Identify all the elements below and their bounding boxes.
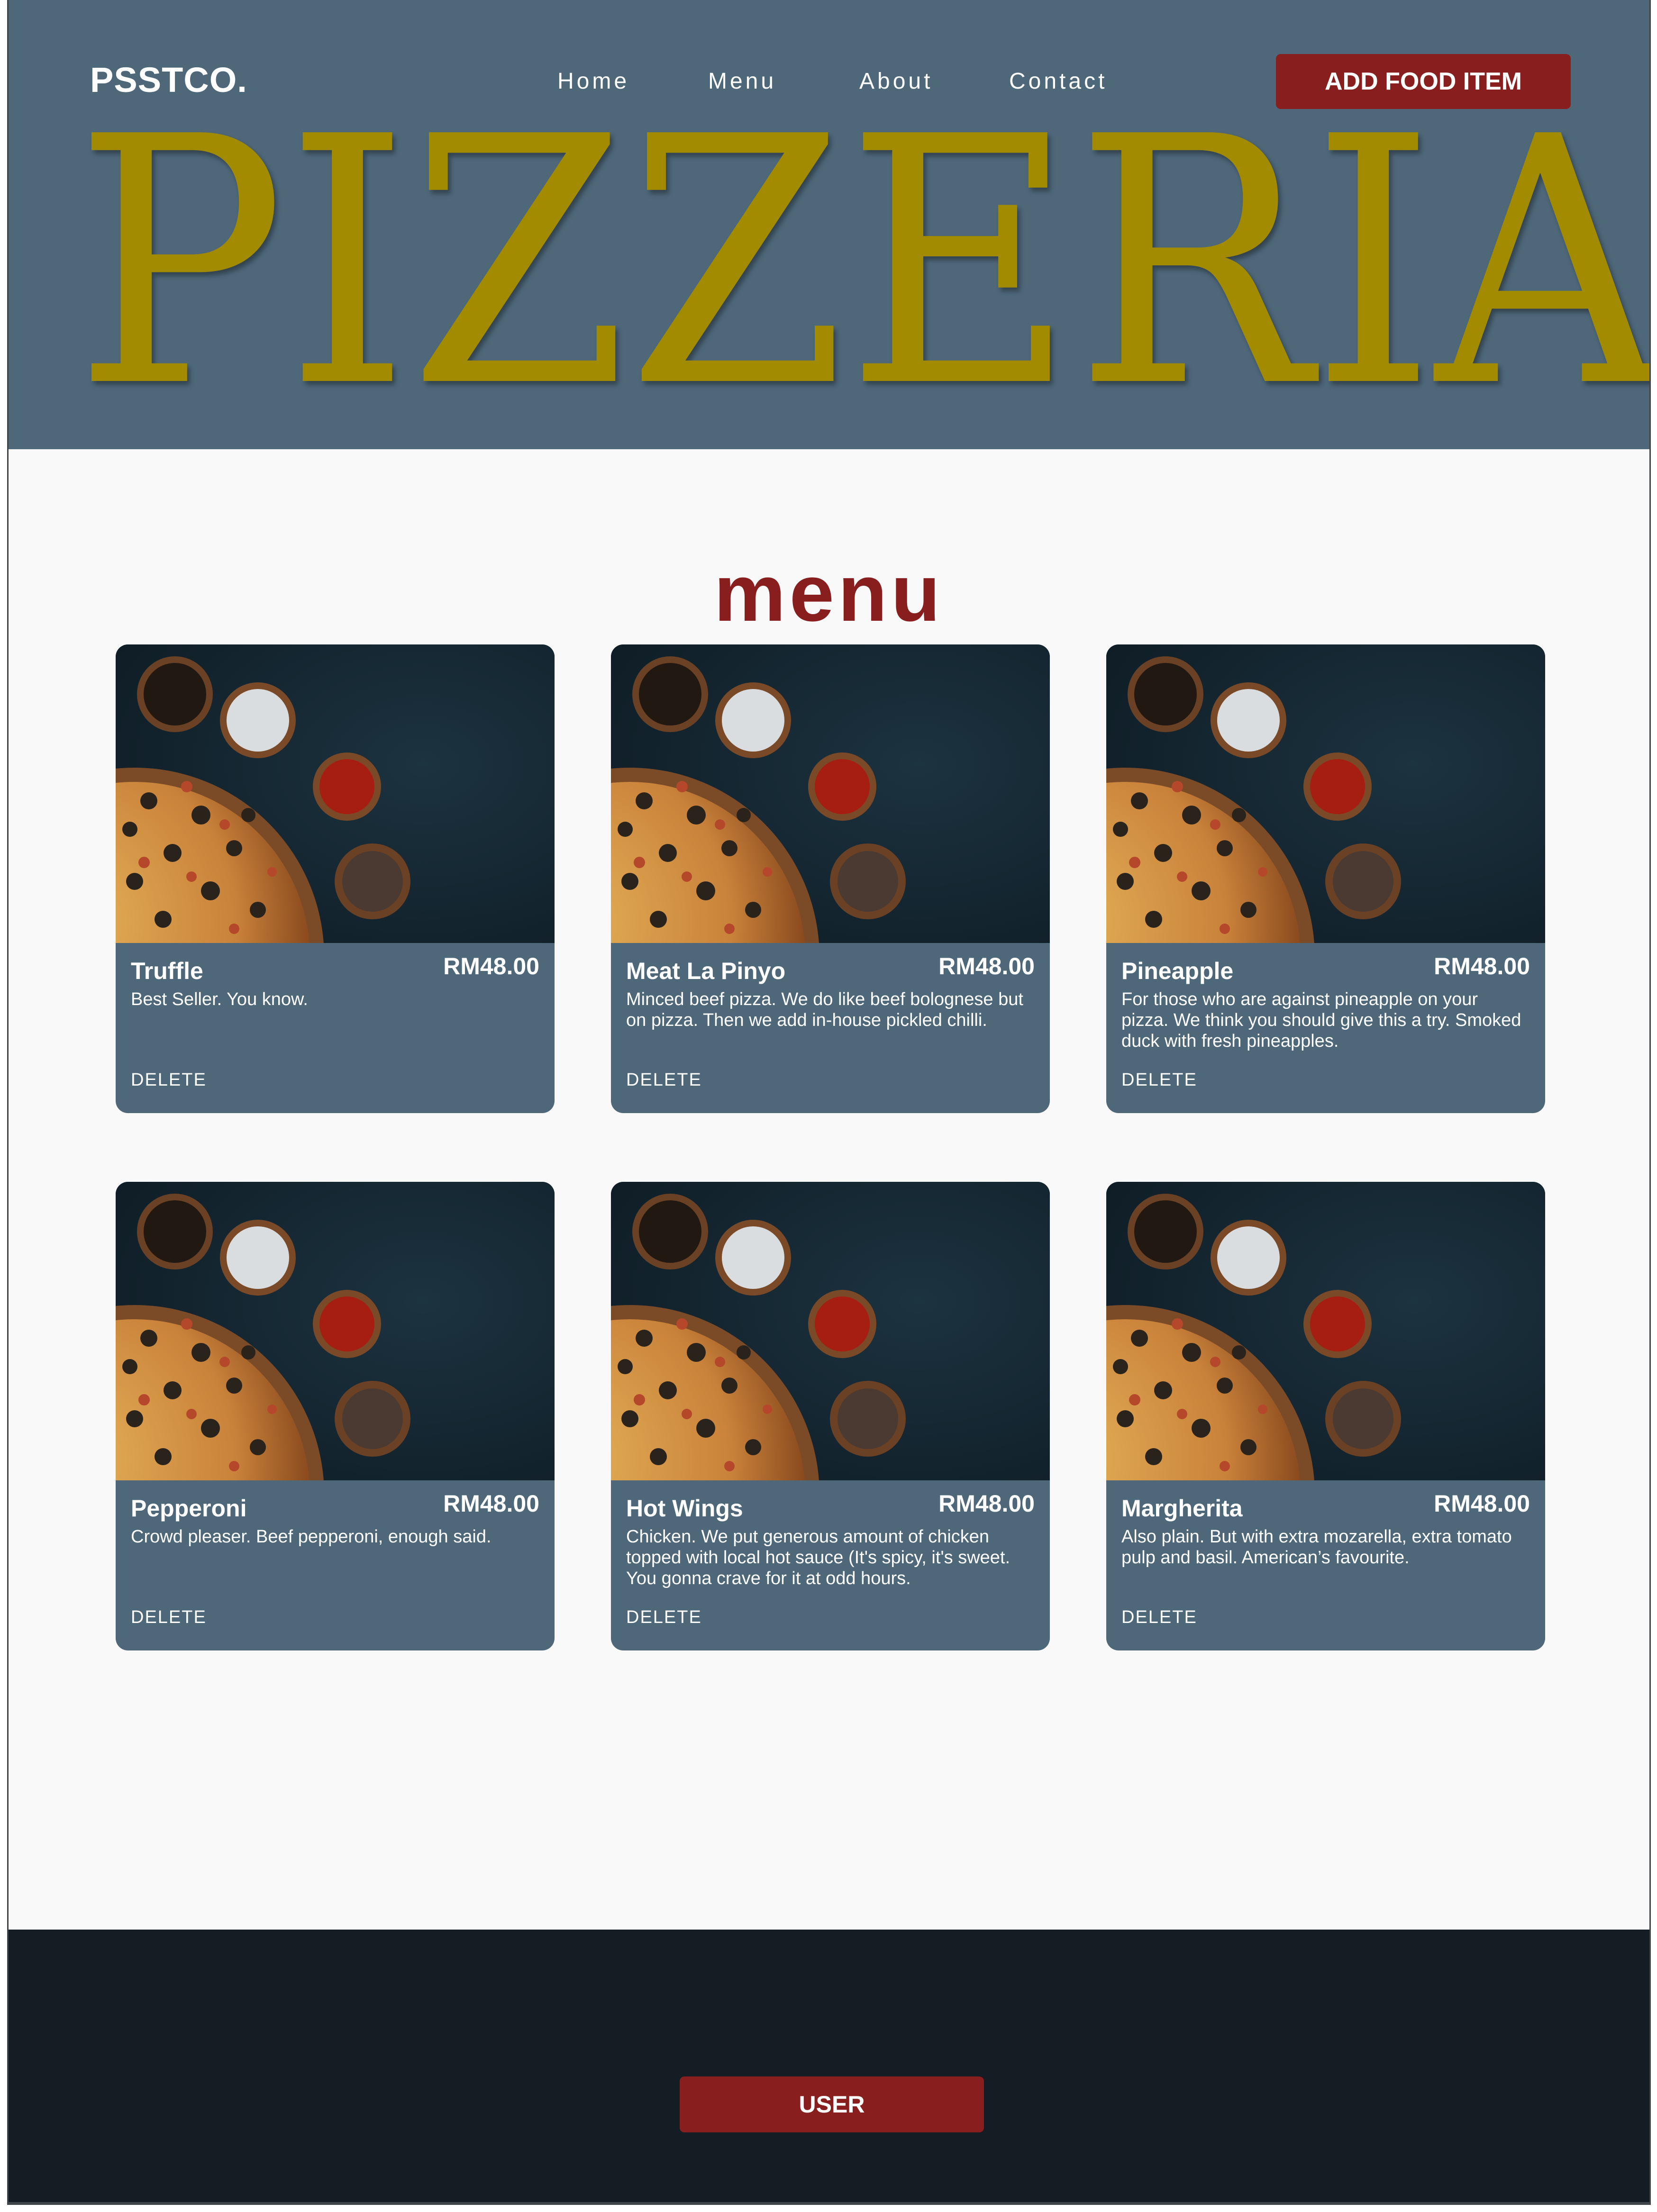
hero-header: PSSTCO. Home Menu About Contact ADD FOOD… — [9, 0, 1649, 449]
delete-button[interactable]: DELETE — [1121, 1070, 1197, 1090]
menu-card: Hot Wings RM48.00 Chicken. We put genero… — [611, 1182, 1050, 1650]
page-frame: PSSTCO. Home Menu About Contact ADD FOOD… — [7, 0, 1651, 2205]
menu-card: Margherita RM48.00 Also plain. But with … — [1106, 1182, 1545, 1650]
delete-button[interactable]: DELETE — [626, 1070, 702, 1090]
item-description: For those who are against pineapple on y… — [1121, 989, 1521, 1051]
delete-button[interactable]: DELETE — [131, 1607, 207, 1628]
menu-heading: menu — [714, 548, 944, 638]
item-name: Margherita — [1121, 1495, 1243, 1522]
item-name: Pepperoni — [131, 1495, 247, 1522]
pizza-image — [611, 644, 1050, 943]
hero-title: PIZZERIA — [74, 64, 1651, 462]
pizza-image — [116, 1182, 555, 1480]
menu-card: Truffle RM48.00 Best Seller. You know. D… — [116, 644, 555, 1113]
user-button[interactable]: USER — [680, 2076, 984, 2132]
item-description: Also plain. But with extra mozarella, ex… — [1121, 1527, 1512, 1568]
menu-card: Pepperoni RM48.00 Crowd pleaser. Beef pe… — [116, 1182, 555, 1650]
item-description: Chicken. We put generous amount of chick… — [626, 1527, 1011, 1588]
item-description: Crowd pleaser. Beef pepperoni, enough sa… — [131, 1527, 492, 1547]
item-name: Pineapple — [1121, 958, 1234, 984]
item-name: Hot Wings — [626, 1495, 743, 1522]
item-name: Truffle — [131, 958, 203, 984]
item-price: RM48.00 — [443, 1490, 539, 1517]
pizza-image — [1106, 644, 1545, 943]
pizza-image — [116, 644, 555, 943]
pizza-image — [1106, 1182, 1545, 1480]
menu-card: Pineapple RM48.00 For those who are agai… — [1106, 644, 1545, 1113]
item-price: RM48.00 — [938, 953, 1035, 979]
item-price: RM48.00 — [1434, 1490, 1530, 1517]
pizza-image — [611, 1182, 1050, 1480]
delete-button[interactable]: DELETE — [626, 1607, 702, 1628]
item-price: RM48.00 — [443, 953, 539, 979]
delete-button[interactable]: DELETE — [1121, 1607, 1197, 1628]
item-price: RM48.00 — [938, 1490, 1035, 1517]
delete-button[interactable]: DELETE — [131, 1070, 207, 1090]
item-name: Meat La Pinyo — [626, 958, 786, 984]
item-description: Minced beef pizza. We do like beef bolog… — [626, 989, 1023, 1030]
item-price: RM48.00 — [1434, 953, 1530, 979]
item-description: Best Seller. You know. — [131, 989, 308, 1009]
menu-card: Meat La Pinyo RM48.00 Minced beef pizza.… — [611, 644, 1050, 1113]
page-footer: USER — [9, 1930, 1649, 2202]
